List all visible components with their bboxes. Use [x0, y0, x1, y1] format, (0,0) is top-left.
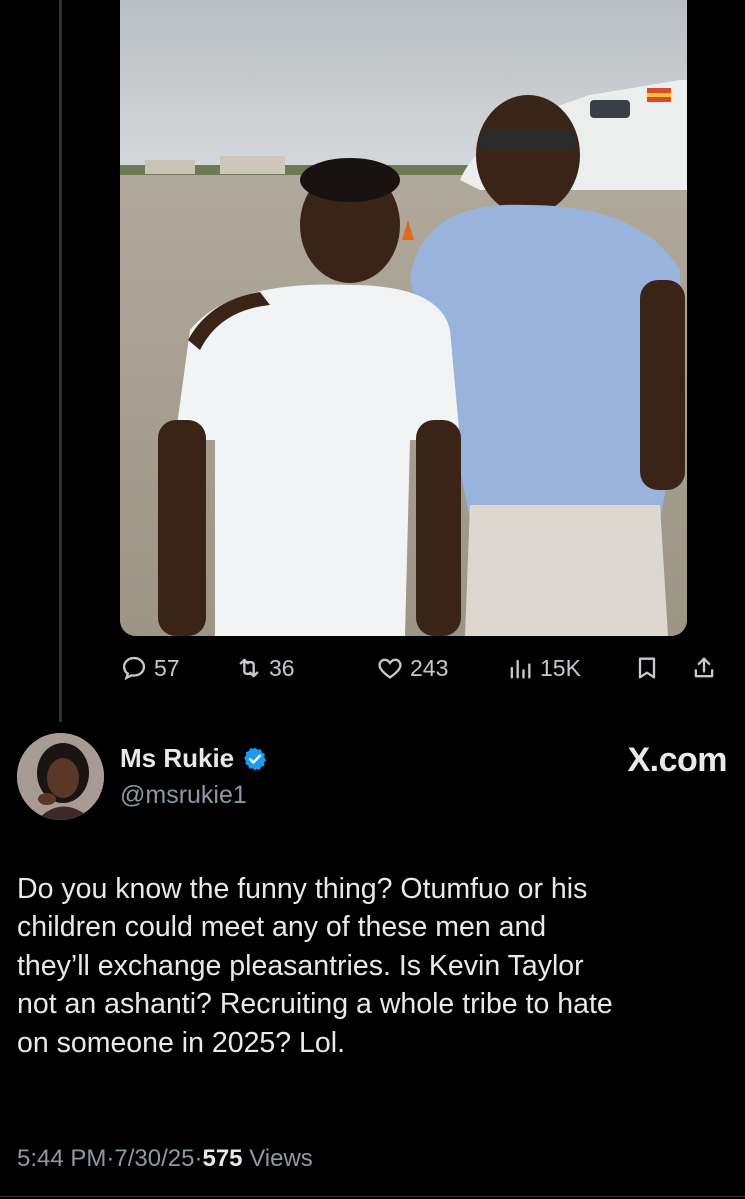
photo-illustration: [120, 0, 687, 636]
views-button[interactable]: 15K: [506, 654, 581, 682]
quote-author-header: Ms Rukie @msrukie1 X.com: [17, 733, 727, 828]
post-time[interactable]: 5:44 PM: [17, 1145, 106, 1173]
views-label-space: [243, 1145, 250, 1173]
user-handle[interactable]: @msrukie1: [120, 781, 247, 810]
thread-connector-line: [59, 0, 62, 722]
post-views-label: Views: [249, 1145, 313, 1172]
quote-text: Do you know the funny thing? Otumfuo or …: [17, 873, 613, 1059]
views-count: 15K: [540, 654, 581, 681]
x-brand-watermark: X.com: [627, 741, 727, 779]
reply-count: 57: [154, 654, 180, 681]
meta-separator: ·: [194, 1145, 203, 1172]
avatar[interactable]: [17, 733, 104, 820]
like-count: 243: [410, 654, 449, 681]
repost-icon: [239, 658, 259, 678]
views-icon: [510, 659, 531, 679]
like-button[interactable]: 243: [376, 654, 448, 682]
share-button[interactable]: [690, 654, 718, 682]
bottom-divider: [0, 1196, 745, 1197]
avatar-image: [17, 733, 104, 820]
repost-button[interactable]: 36: [235, 654, 295, 682]
post-photo[interactable]: [120, 0, 687, 636]
bookmark-button[interactable]: [633, 654, 661, 682]
tweet-screenshot: 57 36 243 15K Ms Rukie @msrukie1 X.com D…: [0, 0, 745, 1199]
verified-badge-icon: [244, 747, 267, 770]
post-views-count[interactable]: 575: [202, 1145, 242, 1173]
display-name[interactable]: Ms Rukie: [120, 743, 234, 774]
repost-count: 36: [269, 654, 295, 681]
post-metadata: 5:44 PM · 7/30/25 · 575 Views: [17, 1145, 313, 1173]
name-row: Ms Rukie: [120, 743, 268, 774]
bookmark-icon: [638, 657, 656, 679]
meta-separator: ·: [106, 1145, 115, 1172]
post-date[interactable]: 7/30/25: [114, 1145, 194, 1173]
reply-button[interactable]: 57: [120, 654, 180, 682]
post-action-bar: 57 36 243 15K: [120, 648, 725, 692]
share-icon: [694, 657, 714, 678]
like-icon: [378, 658, 402, 679]
reply-icon: [122, 656, 146, 681]
